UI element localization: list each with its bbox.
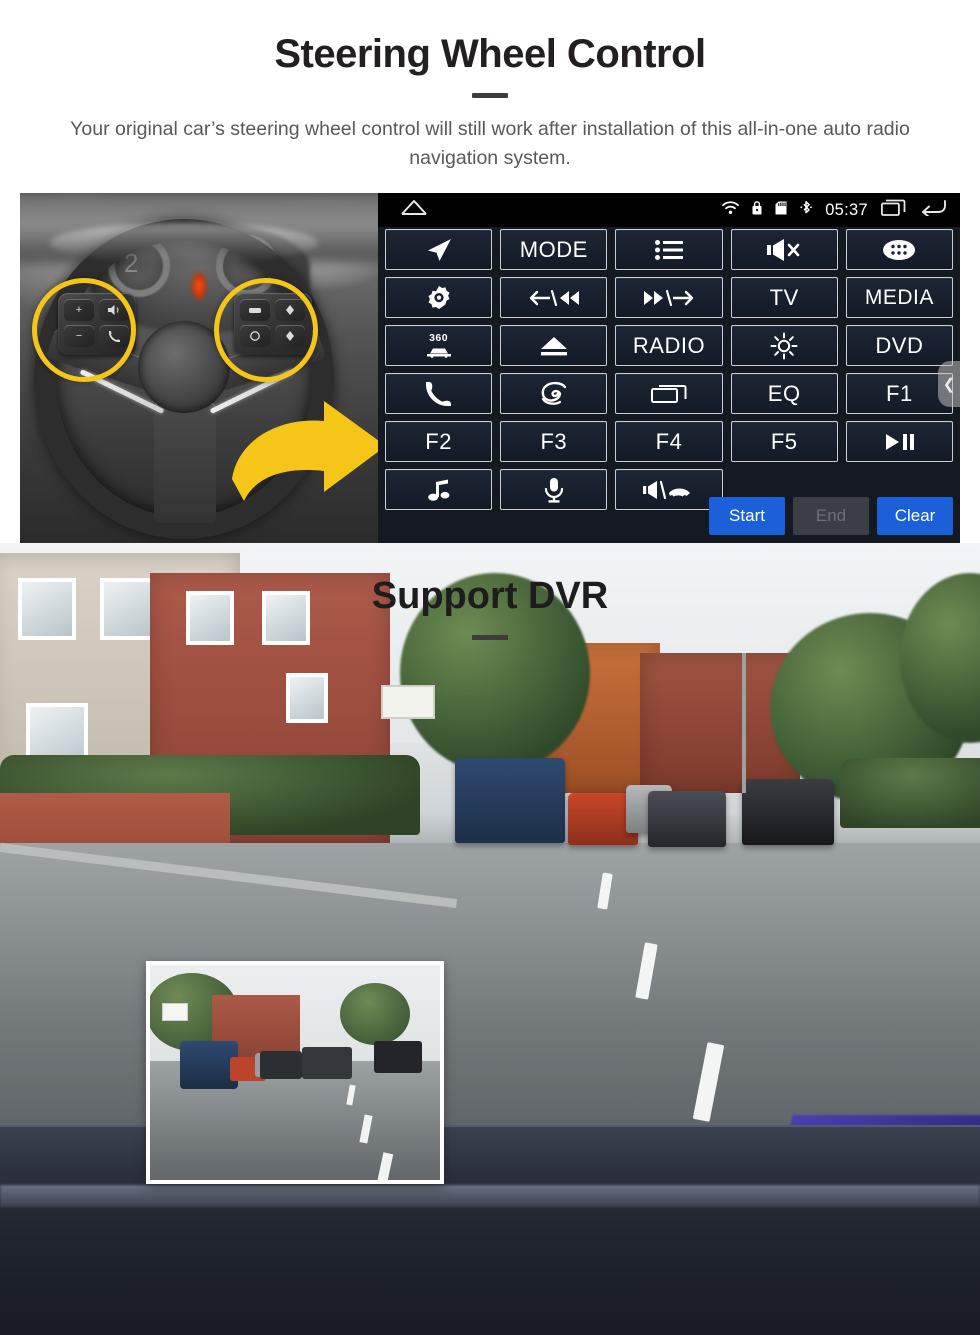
mute-speaker-icon — [767, 238, 800, 261]
back-icon[interactable] — [920, 199, 946, 221]
wheel-spoke-bottom — [154, 403, 216, 523]
key-f1[interactable]: F1 — [845, 373, 953, 414]
car-suv — [455, 758, 565, 843]
clear-button[interactable]: Clear — [877, 497, 953, 535]
key-eq[interactable]: EQ — [730, 373, 838, 414]
key-list[interactable] — [615, 229, 723, 270]
page-subtitle: Your original car’s steering wheel contr… — [70, 118, 910, 169]
product-feature-page: Steering Wheel Control Your original car… — [0, 0, 980, 1335]
preview-car — [260, 1051, 302, 1079]
preview-sign — [162, 1003, 188, 1021]
steering-wheel-photo: 2 + − — [20, 193, 378, 543]
key-360-view[interactable]: 360 — [385, 325, 493, 366]
android-status-bar: 05:37 — [378, 193, 960, 227]
key-previous[interactable] — [500, 277, 608, 318]
section-title-divider — [472, 635, 508, 640]
chevron-left-icon[interactable]: ❮ — [938, 361, 960, 407]
title-divider — [472, 93, 508, 98]
recents-icon[interactable] — [880, 199, 907, 221]
pointing-arrow-icon — [232, 401, 378, 501]
lamp-post — [742, 653, 746, 793]
start-button[interactable]: Start — [709, 497, 785, 535]
phone-icon — [425, 381, 451, 406]
key-f3[interactable]: F3 — [500, 421, 608, 462]
key-mode[interactable]: MODE — [500, 229, 608, 270]
key-f5[interactable]: F5 — [730, 421, 838, 462]
key-window-switch[interactable] — [615, 373, 723, 414]
page-title: Steering Wheel Control — [274, 32, 706, 76]
dvr-preview-thumbnail — [146, 961, 444, 1184]
list-menu-icon — [654, 239, 683, 260]
support-dvr-section: Support DVR (Optional function, require … — [0, 543, 980, 1335]
key-settings[interactable] — [385, 277, 493, 318]
dashcam-street-scene — [0, 543, 980, 1335]
key-eject[interactable] — [500, 325, 608, 366]
home-icon[interactable] — [400, 199, 428, 221]
key-phone[interactable] — [385, 373, 493, 414]
car — [742, 779, 834, 845]
sd-card-icon — [775, 201, 787, 220]
wifi-icon — [722, 200, 740, 220]
window — [286, 673, 328, 723]
window-switch-icon — [650, 384, 687, 403]
steering-wheel-header: Steering Wheel Control Your original car… — [0, 0, 980, 193]
settings-gear-icon — [428, 285, 450, 309]
key-play-pause[interactable] — [845, 421, 953, 462]
next-track-icon — [643, 289, 694, 306]
preview-car — [374, 1041, 422, 1073]
section-title: Support DVR — [371, 575, 609, 617]
bluetooth-icon — [800, 200, 813, 220]
apps-grid-icon — [883, 239, 916, 260]
key-next[interactable] — [615, 277, 723, 318]
eject-icon — [540, 336, 567, 355]
key-f4[interactable]: F4 — [615, 421, 723, 462]
play-pause-icon — [886, 433, 915, 450]
rim-highlight — [50, 223, 318, 263]
key-brightness[interactable] — [730, 325, 838, 366]
steering-wheel-media-band: 2 + − 05:37 MODE TV MEDIA 360 RADIO DVD … — [20, 193, 960, 543]
for-sale-sign — [381, 685, 435, 719]
status-bar-clock: 05:37 — [825, 200, 868, 219]
car-radio-screen: 05:37 MODE TV MEDIA 360 RADIO DVD EQ F1 … — [378, 193, 960, 543]
function-key-grid: MODE TV MEDIA 360 RADIO DVD EQ F1 F2 F3 … — [378, 227, 960, 510]
key-radio[interactable]: RADIO — [615, 325, 723, 366]
surround-view-car-icon: 360 — [424, 333, 454, 358]
end-button: End — [793, 497, 869, 535]
previous-track-icon — [529, 289, 579, 306]
brightness-icon — [770, 332, 798, 359]
highlight-circle-left — [32, 278, 136, 382]
lock-icon — [752, 200, 762, 220]
key-swirl[interactable] — [500, 373, 608, 414]
action-button-row: Start End Clear — [378, 495, 960, 543]
highlight-circle-right — [214, 278, 318, 382]
car — [648, 791, 726, 847]
key-tv[interactable]: TV — [730, 277, 838, 318]
key-media[interactable]: MEDIA — [845, 277, 953, 318]
navigation-arrow-icon — [427, 238, 451, 261]
key-apps[interactable] — [845, 229, 953, 270]
hedge-right — [840, 758, 980, 828]
key-navigation[interactable] — [385, 229, 493, 270]
preview-tree — [340, 983, 410, 1045]
key-dvd[interactable]: DVD — [845, 325, 953, 366]
swirl-icon — [541, 381, 566, 405]
dashboard-ridge — [0, 1185, 980, 1207]
preview-car — [302, 1047, 352, 1079]
key-f2[interactable]: F2 — [385, 421, 493, 462]
key-mute[interactable] — [730, 229, 838, 270]
